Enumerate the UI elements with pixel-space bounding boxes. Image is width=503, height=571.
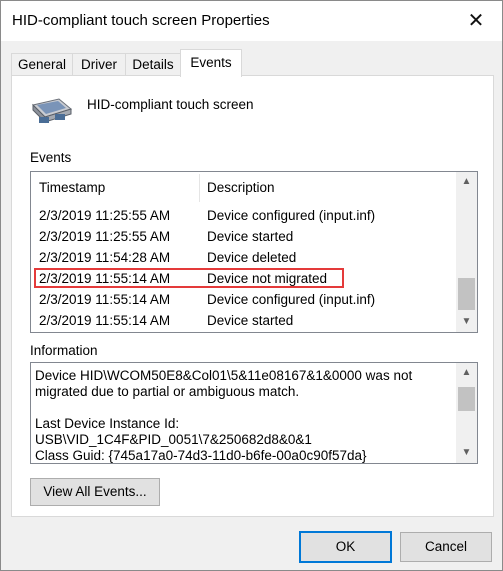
event-timestamp: 2/3/2019 11:25:55 AM: [39, 208, 171, 223]
scroll-thumb[interactable]: [458, 387, 475, 411]
tab-general[interactable]: General: [11, 53, 73, 76]
cancel-button[interactable]: Cancel: [400, 532, 492, 562]
table-row[interactable]: 2/3/2019 11:25:55 AM Device started: [31, 226, 456, 247]
event-description: Device deleted: [207, 250, 297, 265]
close-button[interactable]: ✕: [460, 7, 492, 35]
event-description: Device started: [207, 229, 294, 244]
table-row[interactable]: 2/3/2019 11:54:28 AM Device deleted: [31, 247, 456, 268]
view-all-events-button[interactable]: View All Events...: [30, 478, 160, 506]
events-list-header: Timestamp Description: [31, 172, 456, 202]
event-timestamp: 2/3/2019 11:25:55 AM: [39, 229, 171, 244]
table-row[interactable]: 2/3/2019 11:25:55 AM Device configured (…: [31, 205, 456, 226]
highlight-box: [34, 268, 344, 288]
title-bar: HID-compliant touch screen Properties ✕: [1, 1, 502, 41]
information-textbox[interactable]: Device HID\WCOM50E8&Col01\5&11e08167&1&0…: [30, 362, 478, 464]
tab-events[interactable]: Events: [180, 49, 242, 77]
event-timestamp: 2/3/2019 11:55:14 AM: [39, 313, 171, 328]
events-label: Events: [30, 150, 72, 165]
event-description: Device started: [207, 313, 294, 328]
device-name: HID-compliant touch screen: [87, 97, 254, 112]
scroll-up-button[interactable]: ▲: [456, 172, 477, 192]
tab-details[interactable]: Details: [125, 53, 181, 76]
event-timestamp: 2/3/2019 11:55:14 AM: [39, 292, 171, 307]
ok-button[interactable]: OK: [299, 531, 392, 563]
scroll-down-button[interactable]: ▼: [456, 443, 477, 463]
event-description: Device configured (input.inf): [207, 208, 376, 223]
events-list[interactable]: Timestamp Description 2/3/2019 11:25:55 …: [30, 171, 478, 333]
event-description: Device configured (input.inf): [207, 292, 376, 307]
properties-dialog: HID-compliant touch screen Properties ✕ …: [0, 0, 503, 571]
event-timestamp: 2/3/2019 11:54:28 AM: [39, 250, 171, 265]
column-header-timestamp[interactable]: Timestamp: [31, 172, 199, 202]
information-text: Device HID\WCOM50E8&Col01\5&11e08167&1&0…: [35, 368, 413, 463]
column-header-description[interactable]: Description: [199, 172, 447, 202]
scroll-down-button[interactable]: ▼: [456, 312, 477, 332]
scroll-up-button[interactable]: ▲: [456, 363, 477, 383]
chevron-down-icon: ▼: [461, 447, 472, 458]
tab-driver[interactable]: Driver: [72, 53, 126, 76]
events-scrollbar[interactable]: ▲ ▼: [456, 172, 477, 332]
window-title: HID-compliant touch screen Properties: [12, 12, 270, 29]
table-row[interactable]: 2/3/2019 11:55:14 AM Device configured (…: [31, 289, 456, 310]
scroll-thumb[interactable]: [458, 278, 475, 310]
table-row[interactable]: 2/3/2019 11:55:14 AM Device started: [31, 310, 456, 331]
close-icon: ✕: [467, 10, 485, 32]
information-label: Information: [30, 343, 98, 358]
chevron-down-icon: ▼: [461, 316, 472, 327]
chevron-up-icon: ▲: [461, 367, 472, 378]
information-scrollbar[interactable]: ▲ ▼: [456, 363, 477, 463]
touch-screen-device-icon: [32, 98, 73, 124]
chevron-up-icon: ▲: [461, 176, 472, 187]
